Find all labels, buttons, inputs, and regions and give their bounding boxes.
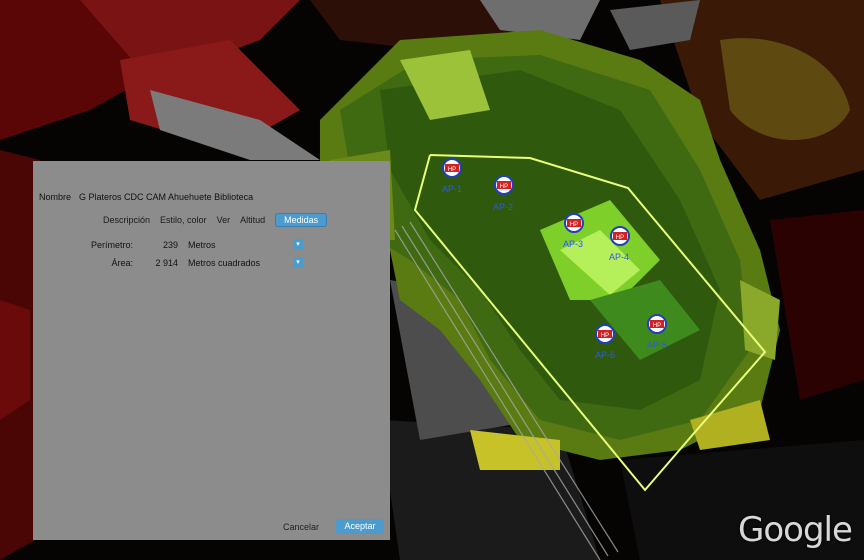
- accept-button[interactable]: Aceptar: [336, 519, 384, 534]
- ap-badge: HP: [653, 323, 661, 329]
- perimeter-value: 239: [162, 239, 178, 250]
- perimeter-label: Perímetro:: [90, 239, 133, 250]
- google-attribution: Google: [738, 510, 853, 550]
- measure-dialog: Nombre G Plateros CDC CAM Ahuehuete Bibl…: [33, 161, 390, 540]
- tab-measurements[interactable]: Medidas: [275, 213, 328, 227]
- ap-label-6: AP-6: [595, 350, 615, 360]
- ap-badge: HP: [601, 333, 609, 339]
- ap-label-5: AP-5: [647, 340, 667, 350]
- name-field[interactable]: G Plateros CDC CAM Ahuehuete Biblioteca: [79, 192, 309, 202]
- ap-label-3: AP-3: [563, 239, 583, 249]
- area-unit-dropdown[interactable]: ▾: [293, 257, 303, 268]
- ap-badge: HP: [616, 235, 624, 241]
- perimeter-unit: Metros: [188, 239, 216, 250]
- perimeter-unit-dropdown[interactable]: ▾: [293, 239, 303, 250]
- area-value: 2 914: [155, 257, 178, 268]
- ap-badge: HP: [570, 222, 578, 228]
- tab-view[interactable]: Ver: [217, 215, 231, 225]
- ap-badge: HP: [448, 167, 456, 173]
- tab-bar: Descripción Estilo, color Ver Altitud Me…: [103, 213, 337, 227]
- ap-badge: HP: [500, 184, 508, 190]
- perimeter-row: Perímetro: 239 Metros ▾: [33, 239, 303, 250]
- area-row: Área: 2 914 Metros cuadrados ▾: [33, 257, 303, 268]
- tab-altitude[interactable]: Altitud: [240, 215, 265, 225]
- name-label: Nombre: [39, 192, 72, 202]
- area-unit: Metros cuadrados: [188, 257, 261, 268]
- cancel-button[interactable]: Cancelar: [283, 522, 319, 532]
- tab-description[interactable]: Descripción: [103, 215, 150, 225]
- area-label: Área:: [111, 257, 133, 268]
- ap-label-4: AP-4: [609, 252, 629, 262]
- ap-label-1: AP-1: [442, 184, 462, 194]
- tab-style-color[interactable]: Estilo, color: [160, 215, 207, 225]
- ap-label-2: AP-2: [493, 202, 513, 212]
